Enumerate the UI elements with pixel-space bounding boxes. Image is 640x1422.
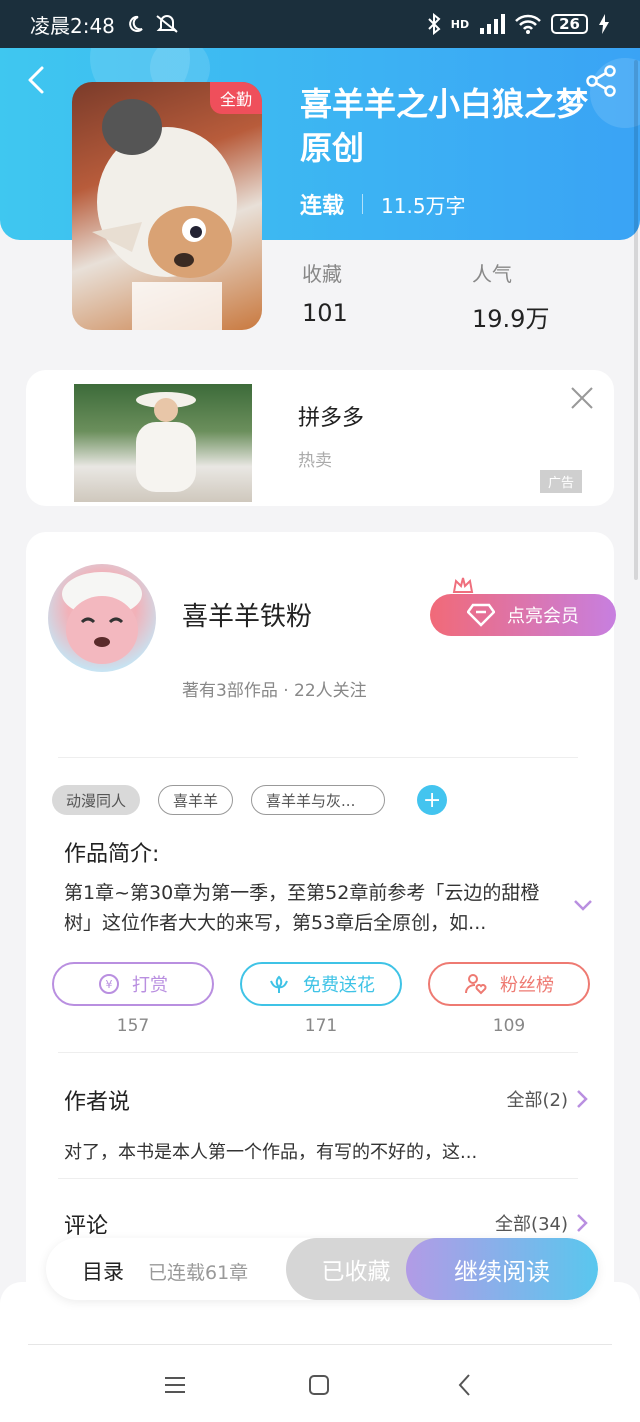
status-left: 凌晨2:48 [30, 10, 179, 39]
comments-title: 评论 [64, 1214, 109, 1239]
divider [28, 1344, 612, 1345]
intro-title: 作品简介: [64, 842, 160, 867]
meta-divider [362, 194, 364, 214]
user-heart-icon [465, 974, 487, 995]
close-icon[interactable] [568, 384, 596, 412]
back-nav-icon[interactable] [452, 1372, 478, 1398]
reward-action: ¥ 打赏 157 [52, 962, 214, 1036]
avatar-illustration [62, 572, 142, 664]
author-say-all-label: 全部(2) [506, 1090, 569, 1111]
author-say-title: 作者说 [64, 1090, 131, 1115]
wifi-icon [515, 14, 542, 34]
stat-popularity: 人气 19.9万 [472, 258, 549, 334]
scrollbar[interactable] [634, 60, 638, 580]
intro-text[interactable]: 第1章~第30章为第一季，至第52章前参考「云边的甜橙树」这位作者大大的来写，第… [64, 878, 554, 938]
tag-item[interactable]: 喜羊羊与灰... [251, 785, 386, 815]
comments-all-label: 全部(34) [495, 1214, 568, 1235]
divider [58, 757, 578, 758]
author-name[interactable]: 喜羊羊铁粉 [182, 596, 312, 633]
diamond-icon [467, 603, 495, 627]
tag-item[interactable]: 喜羊羊 [158, 785, 234, 815]
chevron-down-icon[interactable] [572, 894, 594, 916]
vip-button[interactable]: 点亮会员 [430, 594, 616, 636]
reward-count: 157 [116, 1016, 150, 1036]
author-info: 著有3部作品 · 22人关注 [182, 681, 367, 701]
avatar[interactable] [48, 564, 156, 672]
status-bar: 凌晨2:48 HD 26 [0, 0, 640, 48]
flower-icon [270, 975, 288, 993]
favorited-label: 已收藏 [321, 1259, 391, 1285]
divider [58, 1178, 578, 1179]
tag-list: 动漫同人 喜羊羊 喜羊羊与灰... + [52, 785, 448, 815]
crown-icon [452, 577, 474, 593]
stat-label: 收藏 [302, 262, 342, 286]
coin-icon: ¥ [99, 974, 119, 994]
ad-tag: 广告 [539, 470, 582, 493]
add-tag-button[interactable]: + [417, 785, 448, 815]
network-label: HD [450, 17, 470, 31]
status-right: HD 26 [427, 13, 610, 35]
bluetooth-icon [428, 13, 441, 35]
status-time: 凌晨2:48 [30, 13, 115, 38]
tag-item[interactable]: 动漫同人 [52, 785, 141, 815]
flower-action: 免费送花 171 [240, 962, 402, 1036]
serial-status: 连载 [300, 194, 345, 219]
chevron-right-icon [577, 1214, 588, 1232]
cover-badge: 全勤 [209, 82, 262, 114]
home-icon[interactable] [306, 1372, 332, 1398]
ad-title: 拼多多 [298, 406, 365, 431]
cover-illustration [92, 99, 237, 330]
stat-value: 19.9万 [472, 305, 550, 333]
stat-label: 人气 [472, 262, 512, 286]
comments-all-link[interactable]: 全部(34) [495, 1210, 588, 1236]
back-button[interactable] [22, 64, 54, 96]
battery-indicator: 26 [551, 14, 588, 34]
moon-icon [129, 15, 143, 32]
action-row: ¥ 打赏 157 免费送花 171 粉丝榜 109 [52, 962, 590, 1036]
fans-label: 粉丝榜 [500, 975, 554, 996]
menu-icon[interactable] [162, 1372, 188, 1398]
system-nav-bar [0, 1282, 640, 1422]
word-count: 11.5万字 [381, 193, 466, 218]
vip-label: 点亮会员 [507, 606, 579, 627]
charging-icon [599, 14, 609, 34]
chevron-right-icon [577, 1090, 588, 1108]
main-card: 喜羊羊铁粉 著有3部作品 · 22人关注 点亮会员 动漫同人 喜羊羊 喜羊羊与灰… [26, 532, 616, 1332]
mute-icon [156, 15, 178, 33]
ad-illustration [136, 392, 196, 492]
author-say-text[interactable]: 对了，本书是本人第一个作品，有写的不好的，这... [64, 1138, 477, 1164]
flower-count: 171 [304, 1016, 338, 1036]
reward-label: 打赏 [132, 975, 168, 996]
ad-subtitle: 热卖 [298, 451, 332, 471]
book-cover[interactable]: 全勤 [72, 82, 262, 330]
book-meta: 连载 11.5万字 [300, 188, 466, 220]
flower-label: 免费送花 [303, 975, 375, 996]
ad-image[interactable] [74, 384, 252, 502]
fans-action: 粉丝榜 109 [428, 962, 590, 1036]
fans-rank-button[interactable]: 粉丝榜 [428, 962, 590, 1006]
signal-icon [480, 14, 506, 34]
fans-count: 109 [492, 1016, 526, 1036]
send-flower-button[interactable]: 免费送花 [240, 962, 402, 1006]
reward-button[interactable]: ¥ 打赏 [52, 962, 214, 1006]
divider [58, 1052, 578, 1053]
author-say-all-link[interactable]: 全部(2) [507, 1086, 589, 1112]
book-title: 喜羊羊之小白狼之梦原创 [300, 85, 589, 167]
stat-favorites: 收藏 101 [302, 258, 348, 327]
stat-value: 101 [302, 299, 348, 327]
continue-reading-button[interactable]: 继续阅读 [406, 1238, 598, 1300]
ad-card[interactable]: 拼多多 热卖 广告 [26, 370, 614, 506]
bottom-action-bar: 目录 已连载61章 已收藏 继续阅读 [46, 1238, 598, 1300]
toc-chapter-count: 已连载61章 [148, 1262, 249, 1284]
continue-reading-label: 继续阅读 [454, 1257, 550, 1286]
toc-button[interactable]: 目录 [82, 1256, 124, 1286]
svg-text:¥: ¥ [106, 978, 113, 991]
